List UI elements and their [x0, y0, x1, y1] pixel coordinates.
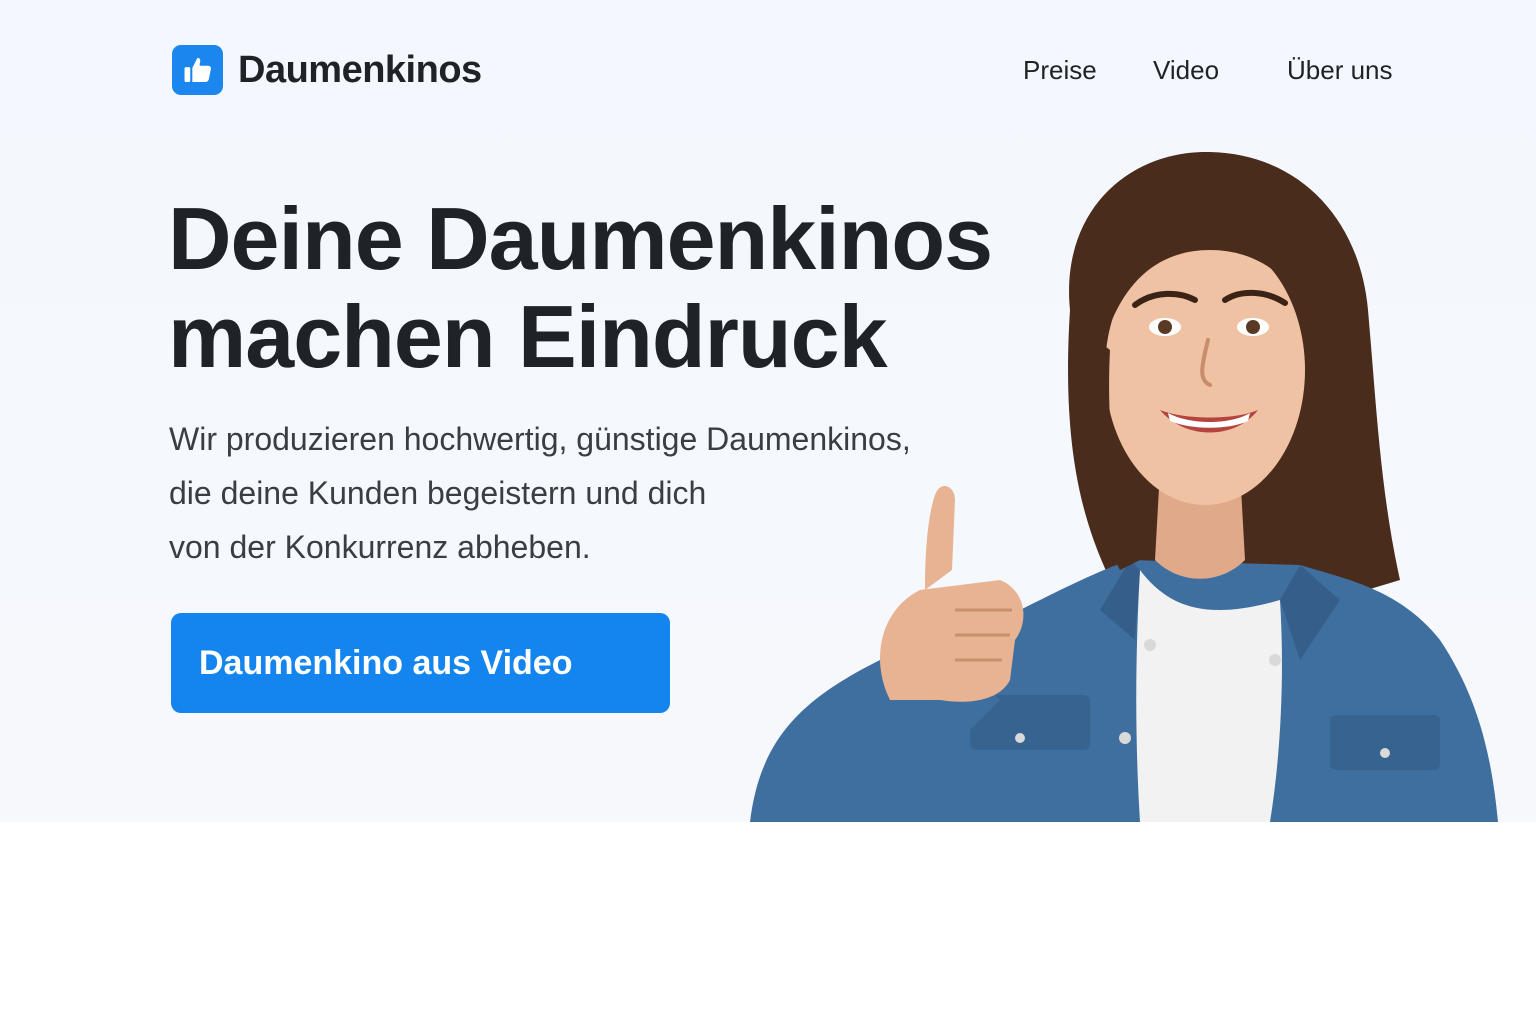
hero-headline: Deine Daumenkinos machen Eindruck [168, 189, 993, 386]
headline-line-2: machen Eindruck [168, 287, 888, 386]
logo-badge [172, 45, 223, 95]
hero-section: Daumenkinos Preise Video Über uns Deine … [0, 0, 1536, 822]
nav-link-preise[interactable]: Preise [1023, 52, 1097, 88]
cta-button[interactable]: Daumenkino aus Video [171, 613, 670, 713]
brand-logo[interactable]: Daumenkinos [172, 45, 482, 95]
page-footer-area [0, 822, 1536, 1024]
nav-link-video[interactable]: Video [1153, 52, 1219, 88]
subtext-line-3: von der Konkurrenz abheben. [169, 529, 591, 565]
headline-line-1: Deine Daumenkinos [168, 189, 993, 288]
nav-link-ueber-uns[interactable]: Über uns [1287, 52, 1393, 88]
subtext-line-1: Wir produzieren hochwertig, günstige Dau… [169, 421, 911, 457]
subtext-line-2: die deine Kunden begeistern und dich [169, 475, 707, 511]
hero-subtext: Wir produzieren hochwertig, günstige Dau… [169, 412, 911, 574]
thumbs-up-icon [184, 58, 211, 83]
brand-name: Daumenkinos [238, 48, 482, 91]
